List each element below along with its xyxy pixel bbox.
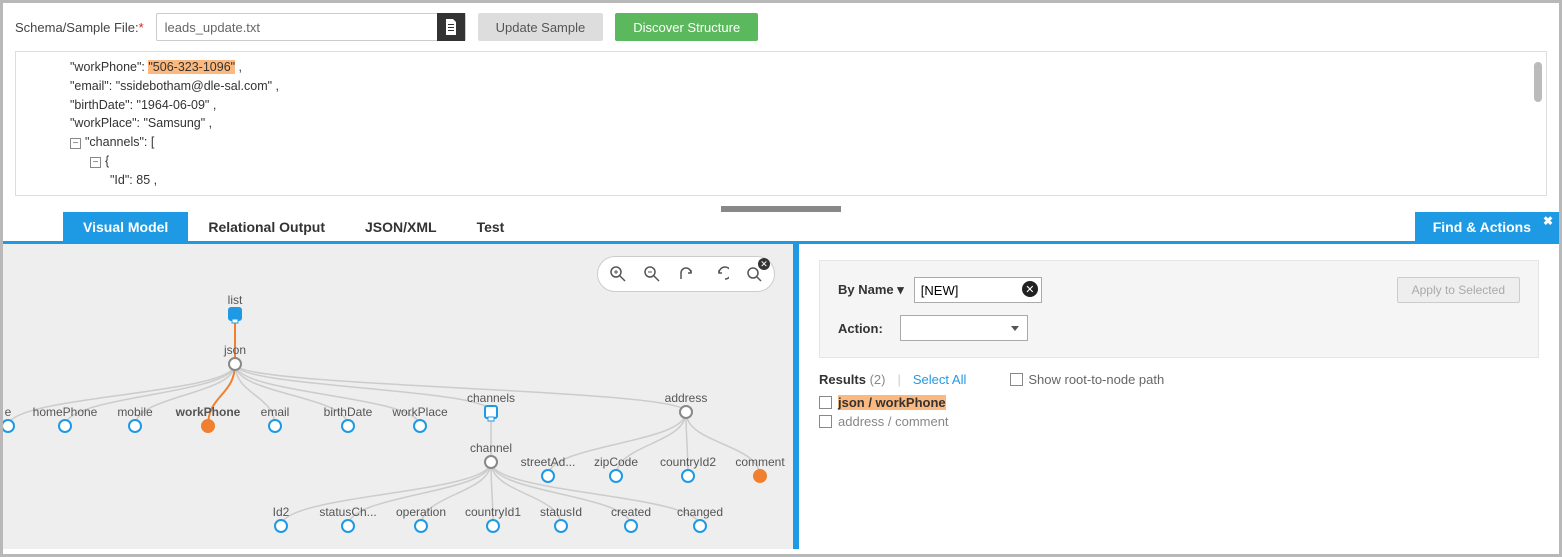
graph-node-countryId1[interactable]: countryId1 <box>465 505 521 532</box>
graph-node-email[interactable]: email <box>261 405 290 432</box>
scrollbar-thumb[interactable] <box>1534 62 1542 102</box>
svg-text:countryId2: countryId2 <box>660 455 716 469</box>
schema-file-label: Schema/Sample File:* <box>15 20 144 35</box>
show-root-label: Show root-to-node path <box>1028 372 1164 387</box>
svg-text:Id2: Id2 <box>273 505 290 519</box>
schema-toolbar: Schema/Sample File:* Update Sample Disco… <box>3 3 1559 51</box>
json-line: −"channels": [ <box>52 133 1510 152</box>
close-icon[interactable]: ✖ <box>1543 214 1553 228</box>
graph-node-channels[interactable]: channels <box>467 391 515 421</box>
svg-text:comment: comment <box>735 455 785 469</box>
result-item[interactable]: address / comment <box>819 414 1539 429</box>
json-line: "birthDate": "1964-06-09" , <box>52 96 1510 115</box>
schema-file-input-group <box>156 13 466 41</box>
result-item[interactable]: json / workPhone <box>819 395 1539 410</box>
graph-node-countryId2[interactable]: countryId2 <box>660 455 716 482</box>
clear-input-icon[interactable]: ✕ <box>1022 281 1038 297</box>
svg-text:statusCh...: statusCh... <box>319 505 376 519</box>
json-line: "workPhone": "506-323-1096" , <box>52 58 1510 77</box>
graph-node-comment[interactable]: comment <box>735 455 785 482</box>
svg-text:created: created <box>611 505 651 519</box>
show-root-checkbox[interactable] <box>1010 373 1023 386</box>
visual-model-canvas[interactable]: ✕ listjsonehomePhonemobileworkPhoneemail… <box>3 244 799 549</box>
svg-text:email: email <box>261 405 290 419</box>
json-line: "email": "ssidebotham@dle-sal.com" , <box>52 77 1510 96</box>
graph-node-workPhone[interactable]: workPhone <box>175 405 241 432</box>
result-checkbox[interactable] <box>819 396 832 409</box>
svg-text:statusId: statusId <box>540 505 582 519</box>
graph-node-zipCode[interactable]: zipCode <box>594 455 638 482</box>
json-line: "workPlace": "Samsung" , <box>52 114 1510 133</box>
graph-node-json[interactable]: json <box>223 343 246 370</box>
results-header: Results (2) | Select All Show root-to-no… <box>819 372 1539 387</box>
svg-text:countryId1: countryId1 <box>465 505 521 519</box>
graph-node-statusId[interactable]: statusId <box>540 505 582 532</box>
action-label: Action: <box>838 321 890 336</box>
graph-node-workPlace[interactable]: workPlace <box>391 405 448 432</box>
svg-text:address: address <box>665 391 708 405</box>
find-actions-panel-header[interactable]: Find & Actions ✖ <box>1415 212 1559 241</box>
svg-text:channel: channel <box>470 441 512 455</box>
select-all-link[interactable]: Select All <box>913 372 966 387</box>
graph-node-operation[interactable]: operation <box>396 505 446 532</box>
graph-node-list[interactable]: list <box>228 293 243 323</box>
graph-node-changed[interactable]: changed <box>677 505 723 532</box>
graph-node-address[interactable]: address <box>665 391 708 418</box>
svg-text:json: json <box>223 343 246 357</box>
svg-text:homePhone: homePhone <box>33 405 98 419</box>
graph-node-homePhone[interactable]: homePhone <box>33 405 98 432</box>
svg-text:channels: channels <box>467 391 515 405</box>
chevron-down-icon[interactable]: ▾ <box>897 282 904 297</box>
tree-toggle-icon[interactable]: − <box>90 157 101 168</box>
svg-text:changed: changed <box>677 505 723 519</box>
graph-node-created[interactable]: created <box>611 505 651 532</box>
json-preview-pane: "workPhone": "506-323-1096" ,"email": "s… <box>15 51 1547 196</box>
graph-node-channel[interactable]: channel <box>470 441 512 468</box>
result-checkbox[interactable] <box>819 415 832 428</box>
find-actions-form: By Name ▾ ✕ Action: Apply to Selected <box>819 260 1539 358</box>
json-line: "Id": 85 , <box>52 171 1510 190</box>
svg-text:operation: operation <box>396 505 446 519</box>
graph-svg: list json e homePhone mobile workPhone email bi… <box>3 244 799 549</box>
json-line: −{ <box>52 152 1510 171</box>
svg-text:zipCode: zipCode <box>594 455 638 469</box>
tabs-row: Visual ModelRelational OutputJSON/XMLTes… <box>3 212 1559 244</box>
update-sample-button[interactable]: Update Sample <box>478 13 604 41</box>
tab-test[interactable]: Test <box>457 212 525 241</box>
tree-toggle-icon[interactable]: − <box>70 138 81 149</box>
graph-node-streetAd[interactable]: streetAd... <box>521 455 576 482</box>
discover-structure-button[interactable]: Discover Structure <box>615 13 758 41</box>
find-actions-panel: By Name ▾ ✕ Action: Apply to Selected Re… <box>799 244 1559 549</box>
apply-to-selected-button[interactable]: Apply to Selected <box>1397 277 1520 303</box>
graph-node-Id2[interactable]: Id2 <box>273 505 290 532</box>
file-icon[interactable] <box>437 13 465 41</box>
action-select[interactable] <box>900 315 1028 341</box>
svg-text:birthDate: birthDate <box>324 405 373 419</box>
tab-relational-output[interactable]: Relational Output <box>188 212 345 241</box>
graph-node-statusCh[interactable]: statusCh... <box>319 505 376 532</box>
svg-text:workPlace: workPlace <box>391 405 448 419</box>
graph-node-mobile[interactable]: mobile <box>117 405 153 432</box>
svg-text:e: e <box>5 405 12 419</box>
graph-node-birthDate[interactable]: birthDate <box>324 405 373 432</box>
svg-text:list: list <box>228 293 243 307</box>
svg-text:mobile: mobile <box>117 405 153 419</box>
tab-json-xml[interactable]: JSON/XML <box>345 212 457 241</box>
main-split: ✕ list json e homePhone mobile workPhone email… <box>3 244 1559 549</box>
tab-visual-model[interactable]: Visual Model <box>63 212 188 241</box>
svg-text:workPhone: workPhone <box>175 405 241 419</box>
schema-file-input[interactable] <box>157 20 437 35</box>
by-name-label: By Name ▾ <box>838 282 904 298</box>
svg-text:streetAd...: streetAd... <box>521 455 576 469</box>
